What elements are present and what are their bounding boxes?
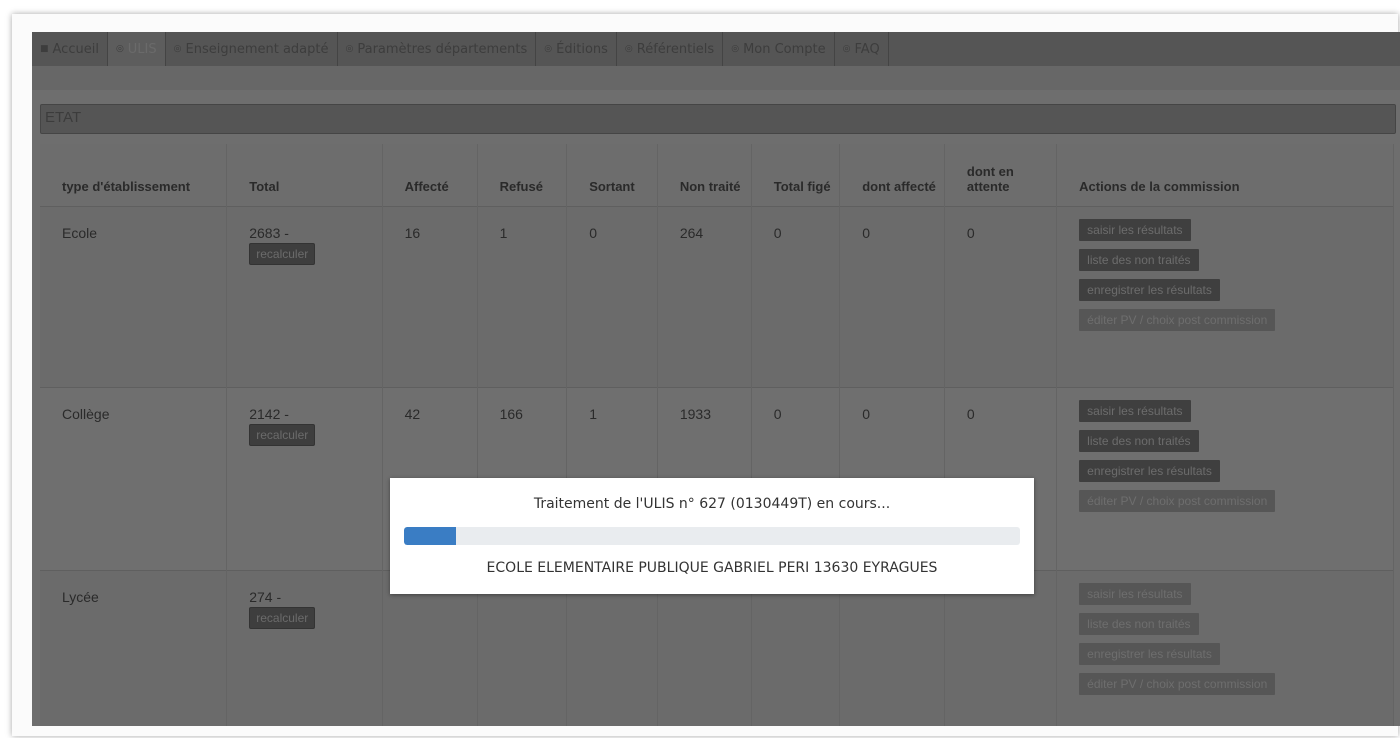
nav-label: Référentiels bbox=[636, 41, 715, 57]
cell-total: 274 - recalculer bbox=[226, 569, 383, 726]
col-header-refuse: Refusé bbox=[477, 144, 568, 206]
nav-label: Accueil bbox=[52, 41, 99, 57]
nav-label: Éditions bbox=[556, 41, 608, 57]
etat-table: type d'établissement Total Affecté Refus… bbox=[40, 144, 1394, 726]
circle-icon: ◎ bbox=[544, 44, 553, 54]
enregistrer-resultats-button[interactable]: enregistrer les résultats bbox=[1079, 278, 1220, 301]
table-header-row: type d'établissement Total Affecté Refus… bbox=[40, 144, 1394, 206]
nav-item-faq[interactable]: ◎ FAQ bbox=[835, 32, 889, 66]
circle-icon: ◎ bbox=[842, 44, 851, 54]
cell-type: Collège bbox=[40, 386, 228, 570]
cell-dont-affecte: 0 bbox=[839, 205, 945, 387]
cell-actions: saisir les résultats liste des non trait… bbox=[1056, 386, 1394, 570]
circle-icon: ◎ bbox=[624, 44, 633, 54]
cell-type: Ecole bbox=[40, 205, 228, 387]
cell-non-traite: 264 bbox=[657, 205, 752, 387]
main-nav: ■ Accueil ◎ ULIS ◎ Enseignement adapté ◎… bbox=[32, 32, 1400, 67]
cell-total: 2683 - recalculer bbox=[226, 205, 383, 387]
progress-bar-fill bbox=[404, 527, 457, 545]
progress-bar bbox=[404, 527, 1020, 545]
nav-item-mon-compte[interactable]: ◎ Mon Compte bbox=[723, 32, 835, 66]
cell-affecte: 16 bbox=[382, 205, 478, 387]
col-header-sortant: Sortant bbox=[566, 144, 658, 206]
enregistrer-resultats-button[interactable]: enregistrer les résultats bbox=[1079, 459, 1220, 482]
table-row: Ecole 2683 - recalculer 16 1 0 264 0 0 0… bbox=[40, 205, 1394, 387]
total-value: 274 - bbox=[249, 588, 282, 605]
nav-label: ULIS bbox=[127, 41, 157, 57]
nav-label: Mon Compte bbox=[743, 41, 826, 57]
total-value: 2142 - bbox=[249, 405, 289, 422]
circle-icon: ◎ bbox=[731, 44, 740, 54]
editer-pv-button[interactable]: éditer PV / choix post commission bbox=[1079, 489, 1276, 512]
recalculate-button[interactable]: recalculer bbox=[249, 606, 316, 629]
saisir-resultats-button[interactable]: saisir les résultats bbox=[1079, 218, 1191, 241]
cell-actions: saisir les résultats liste des non trait… bbox=[1056, 569, 1394, 726]
circle-icon: ◎ bbox=[173, 44, 182, 54]
liste-non-traites-button[interactable]: liste des non traités bbox=[1079, 429, 1199, 452]
nav-item-ulis[interactable]: ◎ ULIS bbox=[107, 32, 166, 66]
col-header-actions: Actions de la commission bbox=[1056, 144, 1394, 206]
nav-label: FAQ bbox=[854, 41, 880, 57]
circle-icon: ◎ bbox=[345, 44, 354, 54]
circle-icon: ◎ bbox=[115, 44, 124, 54]
total-value: 2683 - bbox=[249, 224, 289, 241]
nav-item-accueil[interactable]: ■ Accueil bbox=[32, 32, 108, 66]
cell-total: 2142 - recalculer bbox=[226, 386, 383, 570]
editer-pv-button[interactable]: éditer PV / choix post commission bbox=[1079, 672, 1276, 695]
editer-pv-button[interactable]: éditer PV / choix post commission bbox=[1079, 308, 1276, 331]
home-icon: ■ bbox=[40, 44, 49, 54]
progress-dialog: Traitement de l'ULIS n° 627 (0130449T) e… bbox=[390, 478, 1034, 594]
saisir-resultats-button[interactable]: saisir les résultats bbox=[1079, 582, 1191, 605]
panel-header: ETAT bbox=[40, 104, 1396, 134]
nav-item-referentiels[interactable]: ◎ Référentiels bbox=[617, 32, 724, 66]
nav-item-enseignement-adapte[interactable]: ◎ Enseignement adapté bbox=[166, 32, 338, 66]
cell-dont-attente: 0 bbox=[944, 205, 1058, 387]
col-header-total-fige: Total figé bbox=[751, 144, 841, 206]
cell-actions: saisir les résultats liste des non trait… bbox=[1056, 205, 1394, 387]
liste-non-traites-button[interactable]: liste des non traités bbox=[1079, 248, 1199, 271]
nav-item-parametres[interactable]: ◎ Paramètres départements bbox=[338, 32, 537, 66]
recalculate-button[interactable]: recalculer bbox=[249, 242, 316, 265]
cell-total-fige: 0 bbox=[751, 205, 841, 387]
col-header-total: Total bbox=[226, 144, 383, 206]
cell-type: Lycée bbox=[40, 569, 228, 726]
cell-refuse: 1 bbox=[477, 205, 568, 387]
progress-title: Traitement de l'ULIS n° 627 (0130449T) e… bbox=[533, 496, 891, 512]
app-window: ■ Accueil ◎ ULIS ◎ Enseignement adapté ◎… bbox=[32, 32, 1400, 726]
col-header-non-traite: Non traité bbox=[657, 144, 752, 206]
nav-item-editions[interactable]: ◎ Éditions bbox=[536, 32, 617, 66]
enregistrer-resultats-button[interactable]: enregistrer les résultats bbox=[1079, 642, 1220, 665]
col-header-dont-attente: dont en attente bbox=[944, 144, 1058, 206]
nav-label: Enseignement adapté bbox=[185, 41, 329, 57]
saisir-resultats-button[interactable]: saisir les résultats bbox=[1079, 399, 1191, 422]
progress-school-name: ECOLE ELEMENTAIRE PUBLIQUE GABRIEL PERI … bbox=[486, 560, 938, 576]
recalculate-button[interactable]: recalculer bbox=[249, 423, 316, 446]
nav-label: Paramètres départements bbox=[357, 41, 528, 57]
col-header-type: type d'établissement bbox=[40, 144, 228, 206]
liste-non-traites-button[interactable]: liste des non traités bbox=[1079, 612, 1199, 635]
col-header-dont-affecte: dont affecté bbox=[839, 144, 945, 206]
col-header-affecte: Affecté bbox=[382, 144, 478, 206]
panel-title: ETAT bbox=[45, 109, 82, 126]
cell-sortant: 0 bbox=[566, 205, 658, 387]
nav-subbar bbox=[32, 66, 1400, 90]
